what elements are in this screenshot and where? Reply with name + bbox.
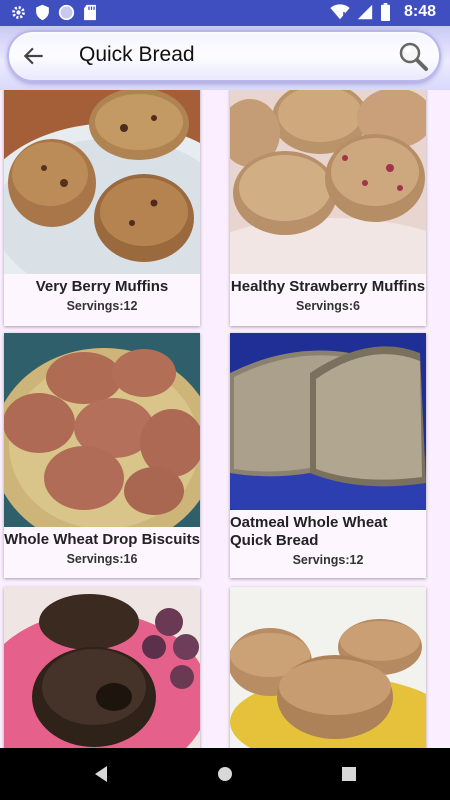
settings-icon <box>12 6 25 19</box>
back-arrow-icon[interactable] <box>21 43 47 69</box>
recipe-photo <box>230 587 426 748</box>
page-title: Quick Bread <box>79 43 195 66</box>
recipe-name: Healthy Strawberry Muffins <box>230 278 426 295</box>
recents-nav-icon[interactable] <box>341 766 357 782</box>
sd-card-icon <box>84 4 96 21</box>
recipe-card[interactable] <box>230 587 426 748</box>
recipe-photo <box>4 90 200 274</box>
recipe-card[interactable]: Whole Wheat Drop Biscuits Servings:16 <box>4 333 200 578</box>
shield-icon <box>36 4 49 21</box>
recipe-name: Very Berry Muffins <box>35 278 169 295</box>
back-nav-icon[interactable] <box>93 765 109 783</box>
battery-icon <box>380 3 390 21</box>
recipe-servings: Servings:16 <box>66 552 138 566</box>
signal-icon <box>357 4 373 20</box>
recipe-servings: Servings:6 <box>296 299 360 313</box>
recipe-servings: Servings:12 <box>66 299 138 313</box>
recipe-photo <box>4 587 200 748</box>
recipe-name: Oatmeal Whole Wheat Quick Bread <box>230 514 388 549</box>
recipe-card[interactable]: Very Berry Muffins Servings:12 <box>4 90 200 326</box>
wifi-icon <box>330 4 350 20</box>
recipe-card[interactable]: Healthy Strawberry Muffins Servings:6 <box>230 90 426 326</box>
status-bar: 8:48 <box>0 0 450 26</box>
circle-icon <box>58 4 75 21</box>
recipe-servings: Servings:12 <box>292 553 364 567</box>
recipe-card[interactable] <box>4 587 200 748</box>
app-bar: Quick Bread <box>0 26 450 90</box>
navigation-bar <box>0 748 450 800</box>
recipe-name: Whole Wheat Drop Biscuits <box>4 531 200 548</box>
search-icon[interactable] <box>397 40 429 72</box>
home-nav-icon[interactable] <box>216 765 234 783</box>
recipe-photo <box>230 90 426 274</box>
recipe-grid: Very Berry Muffins Servings:12 Healthy S… <box>0 90 450 748</box>
status-time: 8:48 <box>403 3 436 20</box>
recipe-photo <box>230 333 426 510</box>
search-bar[interactable]: Quick Bread <box>7 30 441 82</box>
recipe-photo <box>4 333 200 527</box>
recipe-card[interactable]: Oatmeal Whole Wheat Quick Bread Servings… <box>230 333 426 578</box>
